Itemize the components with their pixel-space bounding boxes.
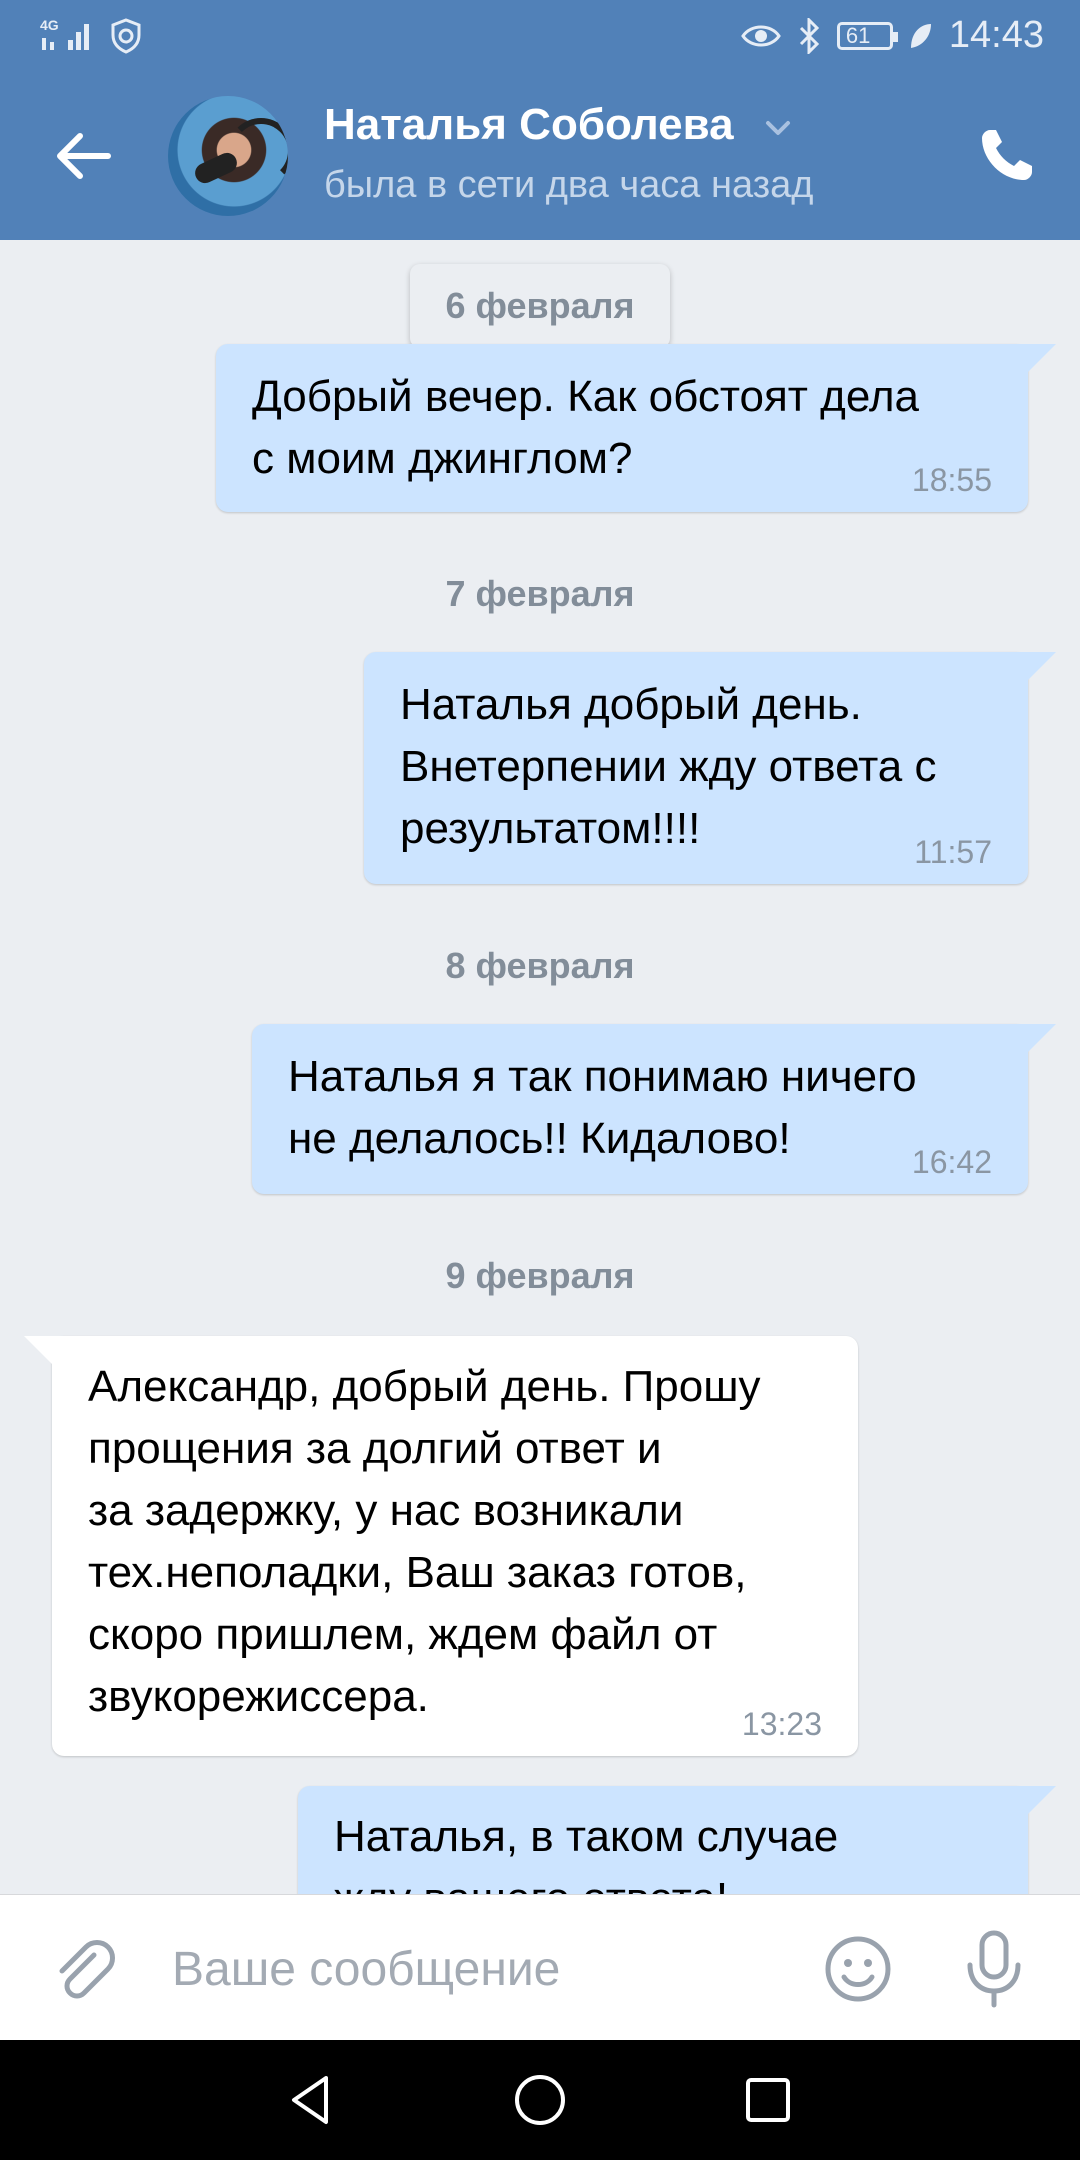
smiley-icon[interactable] [822, 1933, 894, 2005]
message-text: Наталья добрый день. Внетерпении жду отв… [400, 680, 937, 853]
bubble-tail [24, 1336, 64, 1376]
message-bubble-outgoing[interactable]: Наталья, в таком случае жду вашего ответ… [298, 1786, 1056, 1894]
battery-level: 61 [845, 22, 871, 48]
message-bubble-outgoing[interactable]: Наталья добрый день. Внетерпении жду отв… [364, 652, 1056, 884]
date-separator: 9 февраля [445, 1255, 635, 1296]
message-text: Наталья я так понимаю ничего не делалось… [288, 1052, 917, 1163]
message-time: 16:42 [911, 1144, 992, 1180]
eye-icon [741, 25, 781, 46]
microphone-icon[interactable] [958, 1929, 1030, 2009]
message-text: Добрый вечер. Как обстоят дела с моим дж… [252, 372, 919, 483]
message-bubble-outgoing[interactable]: Добрый вечер. Как обстоят дела с моим дж… [216, 344, 1056, 512]
bubble-tail [1016, 1786, 1056, 1826]
message-composer [0, 1894, 1080, 2041]
message-bubble-incoming[interactable]: Александр, добрый день. Прошу прощения з… [24, 1336, 858, 1756]
phone-icon[interactable] [974, 124, 1038, 188]
contact-name[interactable]: Наталья Соболева [324, 100, 734, 150]
nav-back-triangle-icon[interactable] [282, 2070, 342, 2130]
date-separator: 6 февраля [410, 264, 670, 348]
date-separator: 7 февраля [445, 573, 635, 614]
battery-indicator: 61 [836, 21, 898, 50]
leaf-icon [910, 23, 931, 48]
message-input[interactable] [170, 1929, 794, 2009]
status-left: 4G [40, 16, 142, 56]
message-time: 18:55 [911, 462, 992, 498]
date-separator: 8 февраля [445, 945, 635, 986]
svg-text:4G: 4G [40, 17, 59, 33]
contact-avatar[interactable] [168, 96, 288, 216]
message-time: 11:57 [914, 834, 992, 870]
bubble-tail [1016, 344, 1056, 384]
status-bar: 4G 61 14:43 [0, 0, 1080, 72]
message-text: Наталья, в таком случае жду вашего ответ… [334, 1812, 839, 1894]
message-time: 13:23 [741, 1706, 822, 1742]
back-arrow-icon[interactable] [52, 124, 116, 188]
status-right: 61 14:43 [741, 14, 1044, 57]
message-bubble-outgoing[interactable]: Наталья я так понимаю ничего не делалось… [252, 1024, 1056, 1194]
shield-icon [111, 18, 141, 54]
chat-header: Наталья Соболева была в сети два часа на… [0, 72, 1080, 240]
nav-home-circle-icon[interactable] [510, 2070, 570, 2130]
signal-4g-icon: 4G [40, 17, 89, 50]
nav-recents-square-icon[interactable] [738, 2070, 798, 2130]
bluetooth-icon [799, 17, 820, 54]
message-list[interactable]: 6 февраля Добрый вечер. Как обстоят дела… [0, 240, 1080, 1894]
message-text: Александр, добрый день. Прошу прощения з… [88, 1362, 761, 1721]
paperclip-icon[interactable] [48, 1935, 120, 2007]
status-time: 14:43 [948, 14, 1044, 56]
chevron-down-icon[interactable] [762, 112, 794, 144]
system-nav-bar [0, 2040, 1080, 2160]
last-seen-status: была в сети два часа назад [324, 164, 814, 206]
bubble-tail [1016, 1024, 1056, 1064]
bubble-tail [1016, 652, 1056, 692]
